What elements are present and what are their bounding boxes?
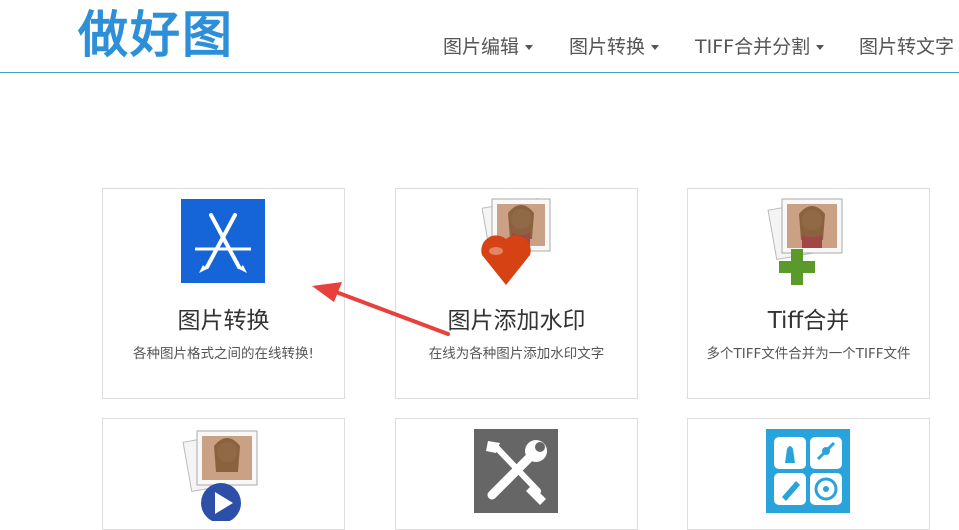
card-description: 多个TIFF文件合并为一个TIFF文件: [706, 346, 911, 362]
photo-plus-icon: [766, 195, 856, 291]
tools-icon: [474, 429, 558, 517]
apps-grid-icon: [766, 429, 850, 517]
card-image-watermark[interactable]: 图片添加水印 在线为各种图片添加水印文字: [395, 188, 638, 399]
caret-down-icon: [651, 45, 660, 50]
app-store-icon: [181, 199, 265, 287]
card-tiff-merge[interactable]: Tiff合并 多个TIFF文件合并为一个TIFF文件: [687, 188, 930, 399]
nav-label: 图片转换: [569, 36, 646, 58]
card-title: 图片添加水印: [447, 308, 586, 334]
caret-down-icon: [816, 45, 825, 50]
nav-label: TIFF合并分割: [695, 36, 811, 58]
card-tools[interactable]: [395, 418, 638, 530]
card-video[interactable]: [102, 418, 345, 530]
nav-item-image-edit[interactable]: 图片编辑: [443, 34, 534, 60]
site-header: 做好图 图片编辑 图片转换 TIFF合并分割 图片转文字: [0, 0, 959, 73]
card-apps[interactable]: [687, 418, 930, 530]
main-nav: 图片编辑 图片转换 TIFF合并分割 图片转文字: [0, 34, 959, 62]
photo-play-icon: [181, 429, 271, 525]
card-title: Tiff合并: [767, 308, 850, 334]
nav-item-image-convert[interactable]: 图片转换: [569, 34, 660, 60]
card-description: 各种图片格式之间的在线转换!: [133, 346, 314, 362]
card-image-convert[interactable]: 图片转换 各种图片格式之间的在线转换!: [102, 188, 345, 399]
nav-item-tiff-merge-split[interactable]: TIFF合并分割: [695, 34, 825, 60]
card-description: 在线为各种图片添加水印文字: [428, 346, 605, 362]
nav-item-image-to-text[interactable]: 图片转文字: [859, 34, 954, 60]
photo-heart-icon: [472, 195, 562, 291]
caret-down-icon: [525, 45, 534, 50]
nav-label: 图片编辑: [443, 36, 520, 58]
card-title: 图片转换: [177, 308, 270, 334]
nav-label: 图片转文字: [859, 36, 955, 58]
